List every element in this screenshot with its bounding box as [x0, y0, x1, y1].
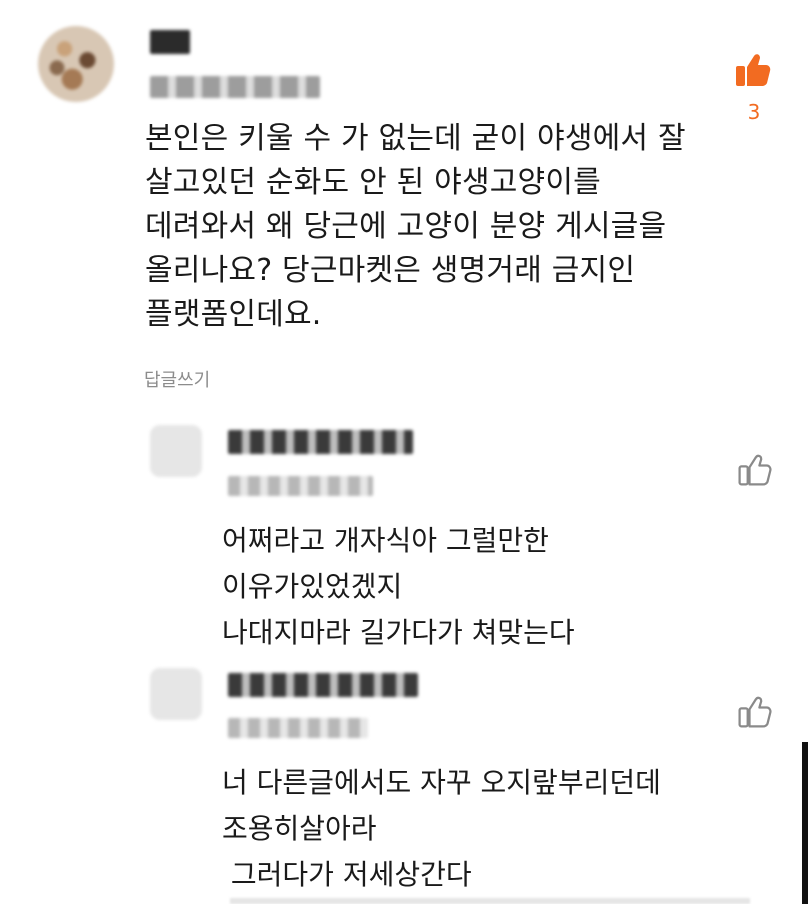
reply-button[interactable]: 답글쓰기 — [144, 366, 210, 392]
reply-text: 어쩌라고 개자식아 그럴만한 이유가있었겠지 나대지마라 길가다가 쳐맞는다 — [222, 524, 575, 649]
reply-like-button[interactable] — [736, 452, 772, 488]
like-button[interactable] — [732, 50, 772, 90]
reply-avatar[interactable] — [150, 668, 202, 720]
reply-author-blurred[interactable] — [228, 430, 413, 454]
reply-meta-blurred — [228, 718, 368, 738]
thumbs-up-icon — [738, 454, 772, 486]
thumbs-up-icon — [738, 696, 772, 728]
next-item-blurred — [230, 898, 750, 904]
author-name-blurred[interactable] — [150, 30, 190, 54]
like-count: 3 — [747, 100, 761, 124]
reply-meta-blurred — [228, 476, 373, 496]
reply-avatar[interactable] — [150, 425, 202, 477]
comment-text: 본인은 키울 수 가 없는데 굳이 야생에서 잘 살고있던 순화도 안 된 야생… — [145, 121, 686, 332]
scrollbar[interactable] — [802, 742, 808, 904]
reply-text: 너 다른글에서도 자꾸 오지랖부리던데 조용히살아라 그러다가 저세상간다 — [222, 766, 661, 891]
avatar[interactable] — [38, 26, 114, 102]
comment-meta-blurred — [150, 76, 320, 98]
reply-like-button[interactable] — [736, 694, 772, 730]
reply-author-blurred[interactable] — [228, 673, 418, 697]
thumbs-up-icon — [736, 54, 771, 86]
